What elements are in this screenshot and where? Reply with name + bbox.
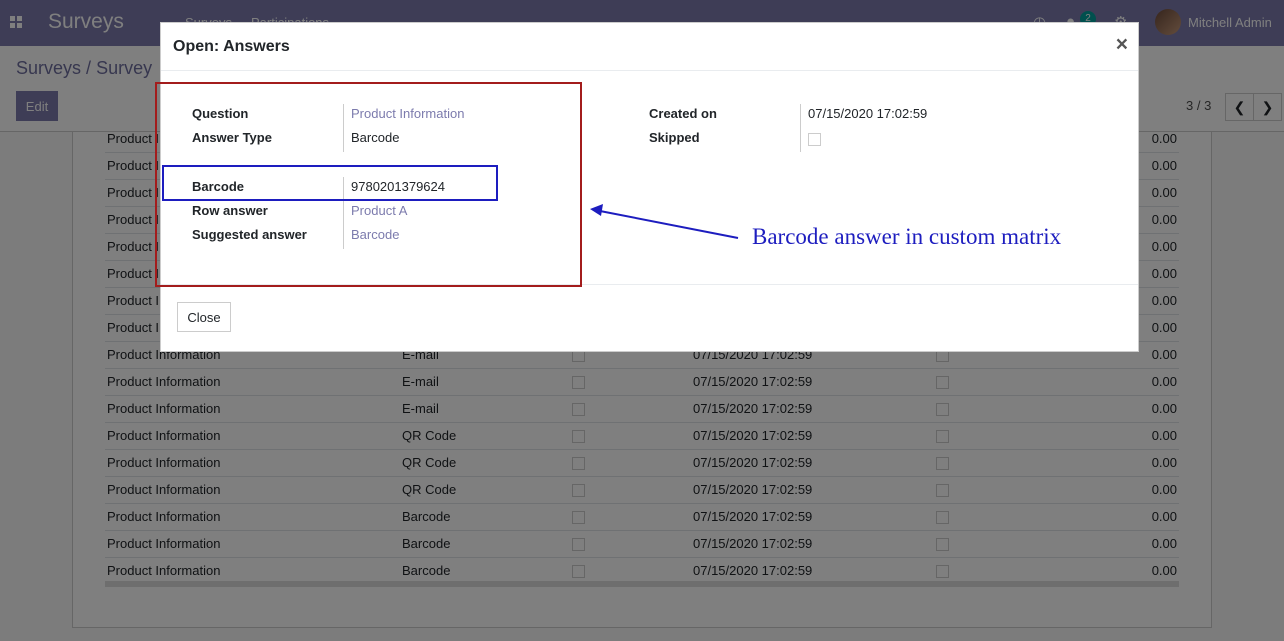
annotation-text: Barcode answer in custom matrix bbox=[752, 224, 1062, 249]
annotation-arrow bbox=[590, 204, 739, 239]
